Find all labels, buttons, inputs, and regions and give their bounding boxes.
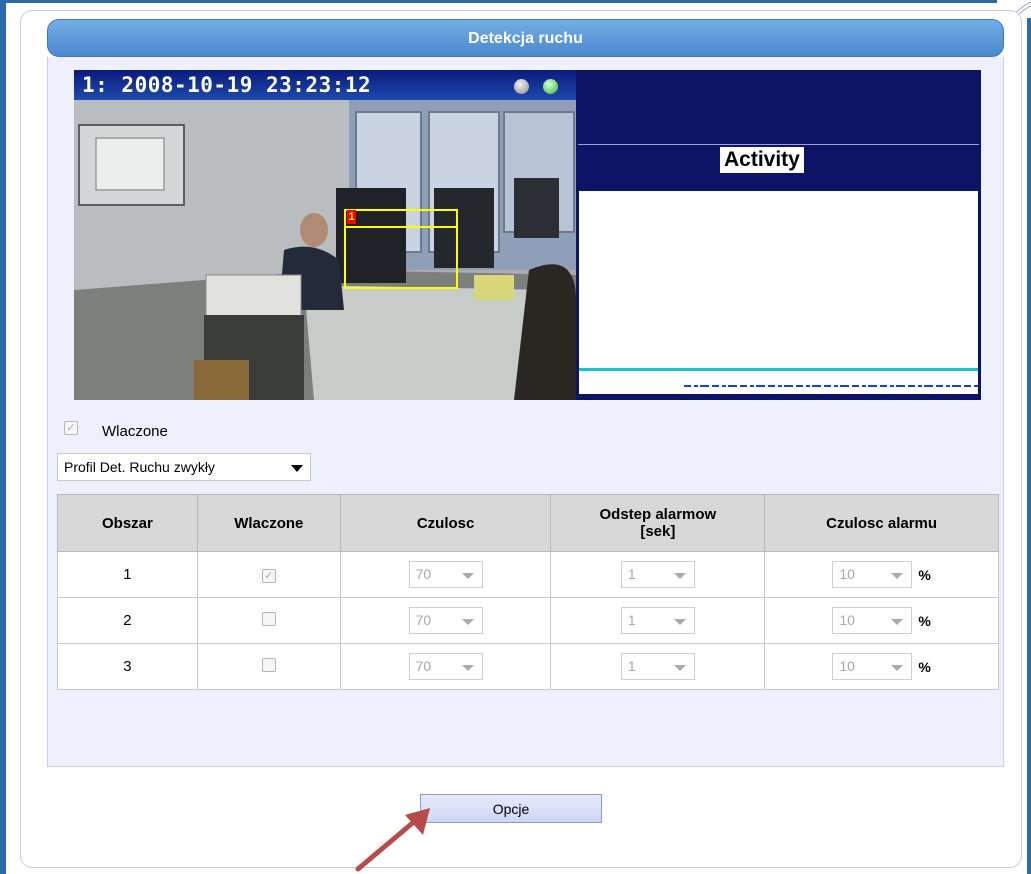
motion-zone-1-marker: 1 [347, 210, 356, 224]
zone-enabled-checkbox[interactable] [261, 611, 276, 626]
alarm-interval-select[interactable]: 1 [620, 607, 695, 634]
column-header-alarm-sensitivity: Czulosc alarmu [764, 494, 999, 552]
column-header-sensitivity: Czulosc [339, 494, 552, 552]
column-header-alarm-interval: Odstep alarmow [sek] [550, 494, 766, 552]
camera-osd-timestamp: 1: 2008-10-19 23:23:12 [74, 70, 576, 100]
alarm-sensitivity-value: 10 [839, 658, 855, 674]
sensitivity-select[interactable]: 70 [408, 561, 483, 588]
table-header-row: Obszar Wlaczone Czulosc Odstep alarmow [… [57, 494, 999, 552]
motion-detection-enable-row: ✓ Wlaczone [64, 418, 168, 440]
chevron-down-icon [891, 665, 904, 671]
zone-enabled-checkbox[interactable] [261, 657, 276, 672]
column-header-zone: Obszar [57, 494, 198, 552]
chevron-down-icon [891, 619, 904, 625]
table-row: 1 ✓ 70 1 10% [57, 551, 999, 598]
chevron-down-icon [673, 619, 686, 625]
motion-profile-value: Profil Det. Ruchu zwykły [64, 459, 215, 475]
alarm-interval-select[interactable]: 1 [620, 561, 695, 588]
chevron-down-icon [461, 573, 474, 579]
red-arrow-icon [355, 808, 430, 872]
alarm-interval-value: 1 [627, 658, 636, 674]
alarm-interval-header-line1: Odstep alarmow [599, 506, 717, 523]
options-button[interactable]: Opcje [420, 794, 602, 823]
column-header-enabled: Wlaczone [196, 494, 341, 552]
gray-status-dot-icon [514, 79, 529, 94]
zones-table: Obszar Wlaczone Czulosc Odstep alarmow [… [57, 494, 999, 690]
motion-zone-1-box[interactable] [344, 209, 458, 289]
sensitivity-value: 70 [415, 658, 432, 674]
zone-enabled-checkbox[interactable]: ✓ [261, 569, 276, 583]
percent-unit: % [918, 566, 931, 583]
chevron-down-icon [673, 573, 686, 579]
zone-number: 3 [57, 643, 198, 690]
table-row: 2 70 1 10% [57, 597, 999, 644]
percent-unit: % [918, 612, 931, 629]
zone-number: 1 [57, 551, 198, 598]
sensitivity-value: 70 [415, 566, 432, 582]
motion-detection-enabled-label: Wlaczone [102, 423, 168, 440]
activity-title: Activity [720, 147, 804, 173]
motion-zone-1-divider [344, 226, 458, 228]
alarm-interval-select[interactable]: 1 [620, 653, 695, 680]
table-row: 3 70 1 10% [57, 643, 999, 690]
alarm-sensitivity-select[interactable]: 10 [832, 561, 913, 588]
alarm-sensitivity-value: 10 [839, 566, 855, 582]
camera-scene [74, 100, 576, 400]
sensitivity-value: 70 [415, 612, 432, 628]
chevron-down-icon [461, 665, 474, 671]
alarm-sensitivity-select[interactable]: 10 [832, 653, 913, 680]
chevron-down-icon [673, 665, 686, 671]
activity-graph [579, 191, 978, 394]
camera-live-view[interactable]: 1: 2008-10-19 23:23:12 1 [74, 70, 576, 400]
chevron-down-icon [291, 465, 303, 472]
alarm-sensitivity-select[interactable]: 10 [832, 607, 913, 634]
panel-title: Detekcja ruchu [47, 19, 1004, 57]
alarm-interval-header-line2: [sek] [640, 523, 676, 540]
motion-detection-enabled-checkbox[interactable]: ✓ [64, 421, 78, 435]
percent-unit: % [918, 658, 931, 675]
alarm-sensitivity-value: 10 [839, 612, 855, 628]
chevron-down-icon [891, 573, 904, 579]
sensitivity-select[interactable]: 70 [408, 607, 483, 634]
alarm-interval-value: 1 [627, 612, 636, 628]
chevron-down-icon [461, 619, 474, 625]
motion-profile-select[interactable]: Profil Det. Ruchu zwykły [57, 453, 311, 481]
sensitivity-select[interactable]: 70 [408, 653, 483, 680]
alarm-interval-value: 1 [627, 566, 636, 582]
zone-number: 2 [57, 597, 198, 644]
green-status-dot-icon [543, 79, 558, 94]
